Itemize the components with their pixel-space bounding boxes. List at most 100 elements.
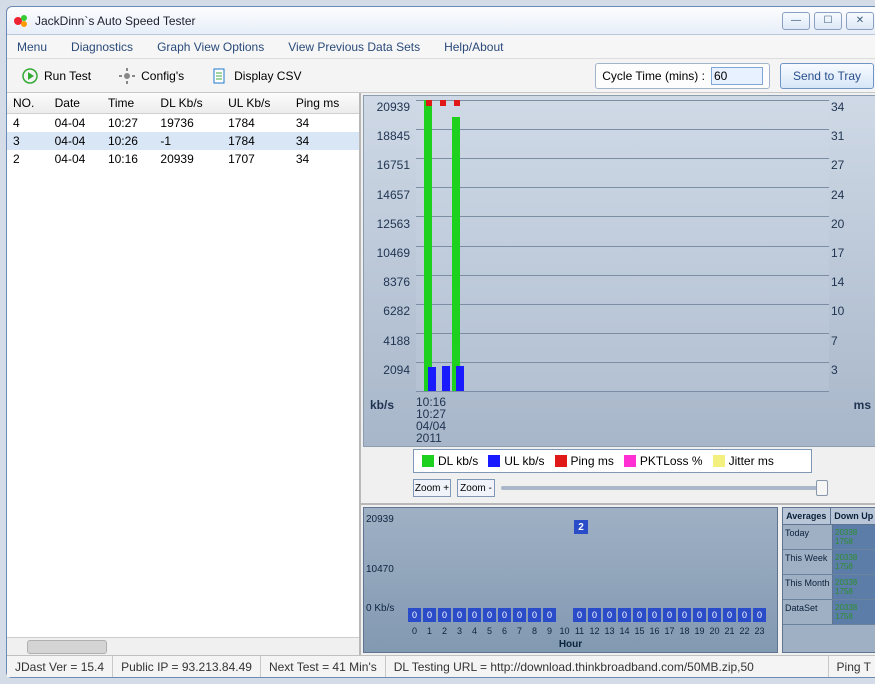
results-table-wrap[interactable]: NO.DateTimeDL Kb/sUL Kb/sPing ms 404-041… (7, 93, 359, 637)
ping-marker (454, 100, 460, 106)
results-table: NO.DateTimeDL Kb/sUL Kb/sPing ms 404-041… (7, 93, 359, 168)
y-tick-right: 10 (831, 304, 875, 318)
column-header[interactable]: NO. (7, 93, 49, 114)
hour-bar: 0 (543, 608, 556, 622)
hour-tick: 19 (693, 626, 706, 636)
zoom-slider-thumb[interactable] (816, 480, 828, 496)
hour-tick: 7 (513, 626, 526, 636)
hour-bar: 0 (408, 608, 421, 622)
main-chart[interactable]: 2093918845167511465712563104698376628241… (363, 95, 875, 447)
content-area: NO.DateTimeDL Kb/sUL Kb/sPing ms 404-041… (7, 93, 875, 655)
table-row[interactable]: 404-0410:2719736178434 (7, 114, 359, 133)
y-tick-left: 16751 (366, 158, 410, 172)
document-icon (212, 68, 228, 84)
hour-bar: 0 (588, 608, 601, 622)
hour-bar: 0 (573, 608, 586, 622)
run-test-label: Run Test (44, 69, 91, 83)
zoom-out-button[interactable]: Zoom - (457, 479, 495, 497)
status-ip: Public IP = 93.213.84.49 (113, 656, 261, 677)
hour-tick: 1 (423, 626, 436, 636)
run-test-button[interactable]: Run Test (13, 63, 100, 89)
menu-previous-data[interactable]: View Previous Data Sets (284, 38, 424, 56)
y-tick-right: 17 (831, 246, 875, 260)
averages-header: Averages Down Up (783, 508, 875, 525)
legend-item: Jitter ms (713, 454, 774, 468)
averages-head-cols: Down Up (831, 508, 875, 524)
configs-label: Config's (141, 69, 184, 83)
y-tick-left: 18845 (366, 129, 410, 143)
maximize-button[interactable]: ☐ (814, 12, 842, 30)
table-cell: 1784 (222, 114, 290, 133)
configs-button[interactable]: Config's (110, 63, 193, 89)
zoom-in-button[interactable]: Zoom + (413, 479, 451, 497)
status-next-test: Next Test = 41 Min's (261, 656, 386, 677)
hour-bar: 0 (603, 608, 616, 622)
hour-tick: 13 (603, 626, 616, 636)
hour-tick: 8 (528, 626, 541, 636)
gear-icon (119, 68, 135, 84)
ul-bar (456, 366, 464, 391)
chart-plot-area[interactable] (416, 100, 829, 392)
averages-row: Today20338 1758 (783, 525, 875, 550)
titlebar: JackDinn`s Auto Speed Tester — ☐ ✕ (7, 7, 875, 35)
axis-label-left: kb/s (370, 398, 394, 412)
column-header[interactable]: Time (102, 93, 154, 114)
table-cell: 4 (7, 114, 49, 133)
table-cell: 1707 (222, 150, 290, 168)
hour-tick: 0 (408, 626, 421, 636)
y-tick-left: 4188 (366, 334, 410, 348)
hourly-bars: 000000000000000000000000 (408, 608, 771, 622)
minimize-button[interactable]: — (782, 12, 810, 30)
menubar: Menu Diagnostics Graph View Options View… (7, 35, 875, 59)
column-header[interactable]: Date (49, 93, 102, 114)
zoom-slider[interactable] (501, 486, 828, 490)
averages-value: 20338 1758 (833, 600, 875, 624)
legend-label: DL kb/s (438, 454, 478, 468)
hourly-y-mid: 10470 (366, 564, 394, 575)
send-to-tray-button[interactable]: Send to Tray (780, 63, 874, 89)
display-csv-button[interactable]: Display CSV (203, 63, 310, 89)
menu-menu[interactable]: Menu (13, 38, 51, 56)
y-axis-left: 2093918845167511465712563104698376628241… (366, 100, 414, 392)
y-tick-left: 2094 (366, 363, 410, 377)
ping-marker (440, 100, 446, 106)
legend-item: UL kb/s (488, 454, 544, 468)
x-axis-labels: 10:1610:2704/042011 (416, 396, 446, 444)
table-row[interactable]: 204-0410:1620939170734 (7, 150, 359, 168)
table-row[interactable]: 304-0410:26-1178434 (7, 132, 359, 150)
hourly-chart[interactable]: 20939 10470 0 Kb/s 2 0000000000000000000… (363, 507, 778, 653)
hourly-axis-label: Hour (364, 639, 777, 650)
menu-help[interactable]: Help/About (440, 38, 507, 56)
column-header[interactable]: Ping ms (290, 93, 359, 114)
hour-bar: 0 (558, 608, 571, 622)
scrollbar-thumb[interactable] (27, 640, 107, 654)
hour-tick: 9 (543, 626, 556, 636)
zoom-controls: Zoom + Zoom - (361, 477, 875, 503)
hour-tick: 3 (453, 626, 466, 636)
horizontal-scrollbar[interactable] (7, 637, 359, 655)
column-header[interactable]: UL Kb/s (222, 93, 290, 114)
column-header[interactable]: DL Kb/s (154, 93, 222, 114)
table-cell: 34 (290, 150, 359, 168)
hour-bar: 0 (423, 608, 436, 622)
table-cell: 10:27 (102, 114, 154, 133)
y-tick-left: 20939 (366, 100, 410, 114)
hour-tick: 2 (438, 626, 451, 636)
ul-bar (442, 366, 450, 391)
ping-marker (426, 100, 432, 106)
y-tick-right: 20 (831, 217, 875, 231)
menu-graph-view[interactable]: Graph View Options (153, 38, 268, 56)
hour-tick: 18 (678, 626, 691, 636)
dl-bar (424, 100, 432, 391)
menu-diagnostics[interactable]: Diagnostics (67, 38, 137, 56)
close-button[interactable]: ✕ (846, 12, 874, 30)
averages-period: Today (783, 525, 833, 549)
toolbar: Run Test Config's Display CSV Cycle Time… (7, 59, 875, 93)
chart-legend: DL kb/sUL kb/sPing msPKTLoss %Jitter ms (413, 449, 812, 473)
legend-label: PKTLoss % (640, 454, 703, 468)
cycle-time-box: Cycle Time (mins) : (595, 63, 770, 89)
hour-bar: 0 (723, 608, 736, 622)
cycle-time-input[interactable] (711, 67, 763, 85)
hour-bar: 0 (693, 608, 706, 622)
hour-tick: 11 (573, 626, 586, 636)
